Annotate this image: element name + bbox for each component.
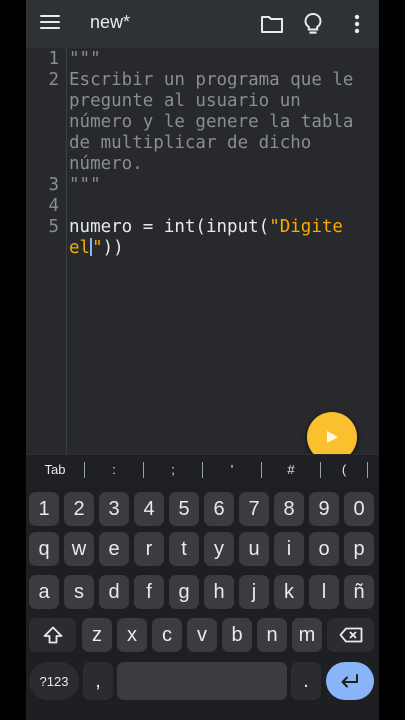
key-q[interactable]: q (29, 532, 59, 566)
line-number: 5 (48, 217, 59, 237)
divider (367, 461, 368, 478)
key-p[interactable]: p (344, 532, 374, 566)
key-d[interactable]: d (99, 575, 129, 609)
line-number: 2 (48, 70, 59, 90)
key-6[interactable]: 6 (204, 492, 234, 526)
code-line-wrap: de multiplicar de dicho (69, 133, 312, 153)
string-literal: "Digite (269, 217, 343, 237)
line-number: 4 (48, 196, 59, 216)
key-e[interactable]: e (99, 532, 129, 566)
symbol-key-colon[interactable]: : (85, 462, 143, 477)
symbol-key-tab[interactable]: Tab (26, 462, 84, 477)
key-9[interactable]: 9 (309, 492, 339, 526)
key-m[interactable]: m (292, 618, 322, 652)
keyboard: 1 2 3 4 5 6 7 8 9 0 q w e r t y u i o p … (26, 484, 379, 720)
key-y[interactable]: y (204, 532, 234, 566)
code-line: numero = int(input("Digite (69, 217, 343, 238)
code-text: )) (102, 238, 124, 258)
key-2[interactable]: 2 (64, 492, 94, 526)
enter-icon[interactable] (326, 662, 374, 700)
code-line-wrap: pregunte al usuario un (69, 91, 301, 111)
key-v[interactable]: v (187, 618, 217, 652)
symbol-key-paren[interactable]: ( (321, 462, 367, 477)
number-row: 1 2 3 4 5 6 7 8 9 0 (26, 492, 379, 526)
key-5[interactable]: 5 (169, 492, 199, 526)
code-line-wrap: número. (69, 154, 143, 174)
menu-icon[interactable] (40, 15, 60, 31)
key-w[interactable]: w (64, 532, 94, 566)
letter-row-1: q w e r t y u i o p (26, 532, 379, 566)
key-l[interactable]: l (309, 575, 339, 609)
code-line: Escribir un programa que le (69, 70, 354, 90)
app-bar: new* (26, 0, 379, 48)
key-8[interactable]: 8 (274, 492, 304, 526)
key-i[interactable]: i (274, 532, 304, 566)
symbol-key-semicolon[interactable]: ; (144, 462, 202, 477)
key-z[interactable]: z (82, 618, 112, 652)
key-k[interactable]: k (274, 575, 304, 609)
key-0[interactable]: 0 (344, 492, 374, 526)
key-1[interactable]: 1 (29, 492, 59, 526)
key-n[interactable]: n (257, 618, 287, 652)
letter-row-3: z x c v b n m (26, 618, 379, 652)
code-text: numero = int(input( (69, 217, 270, 237)
symbol-key-hash[interactable]: # (262, 462, 320, 477)
phone-screen: new* 1 """ 2 Escribir un programa que le (26, 0, 379, 720)
key-4[interactable]: 4 (134, 492, 164, 526)
key-x[interactable]: x (117, 618, 147, 652)
key-7[interactable]: 7 (239, 492, 269, 526)
gutter-divider (66, 48, 67, 454)
key-c[interactable]: c (152, 618, 182, 652)
string-literal: el (69, 238, 91, 258)
key-f[interactable]: f (134, 575, 164, 609)
string-quote: " (92, 238, 103, 258)
shift-icon[interactable] (29, 618, 76, 652)
key-period[interactable]: . (291, 662, 321, 700)
key-j[interactable]: j (239, 575, 269, 609)
code-line: """ (69, 49, 101, 69)
key-u[interactable]: u (239, 532, 269, 566)
line-number: 3 (48, 175, 59, 195)
file-title: new* (90, 12, 131, 32)
key-r[interactable]: r (134, 532, 164, 566)
folder-icon[interactable] (258, 10, 286, 38)
key-s[interactable]: s (64, 575, 94, 609)
play-icon (327, 431, 338, 443)
key-a[interactable]: a (29, 575, 59, 609)
symbol-key-quote[interactable]: ' (203, 462, 261, 477)
key-comma[interactable]: , (83, 662, 113, 700)
letter-row-2: a s d f g h j k l ñ (26, 575, 379, 609)
space-bar[interactable] (117, 662, 287, 700)
symbol-bar: Tab : ; ' # ( (26, 454, 379, 484)
more-vert-icon[interactable] (343, 10, 371, 38)
key-h[interactable]: h (204, 575, 234, 609)
key-o[interactable]: o (309, 532, 339, 566)
backspace-icon[interactable] (327, 618, 374, 652)
code-line: """ (69, 175, 101, 195)
key-3[interactable]: 3 (99, 492, 129, 526)
code-editor[interactable]: 1 """ 2 Escribir un programa que le preg… (26, 48, 379, 454)
key-n-tilde[interactable]: ñ (344, 575, 374, 609)
bottom-row: ?123 , . (26, 662, 379, 700)
code-line-wrap: el ")) (69, 238, 124, 259)
key-t[interactable]: t (169, 532, 199, 566)
code-line-wrap: número y le genere la tabla (69, 112, 354, 132)
key-b[interactable]: b (222, 618, 252, 652)
key-g[interactable]: g (169, 575, 199, 609)
symbols-mode-key[interactable]: ?123 (29, 662, 79, 700)
lightbulb-icon[interactable] (299, 10, 327, 38)
line-number: 1 (48, 49, 59, 69)
